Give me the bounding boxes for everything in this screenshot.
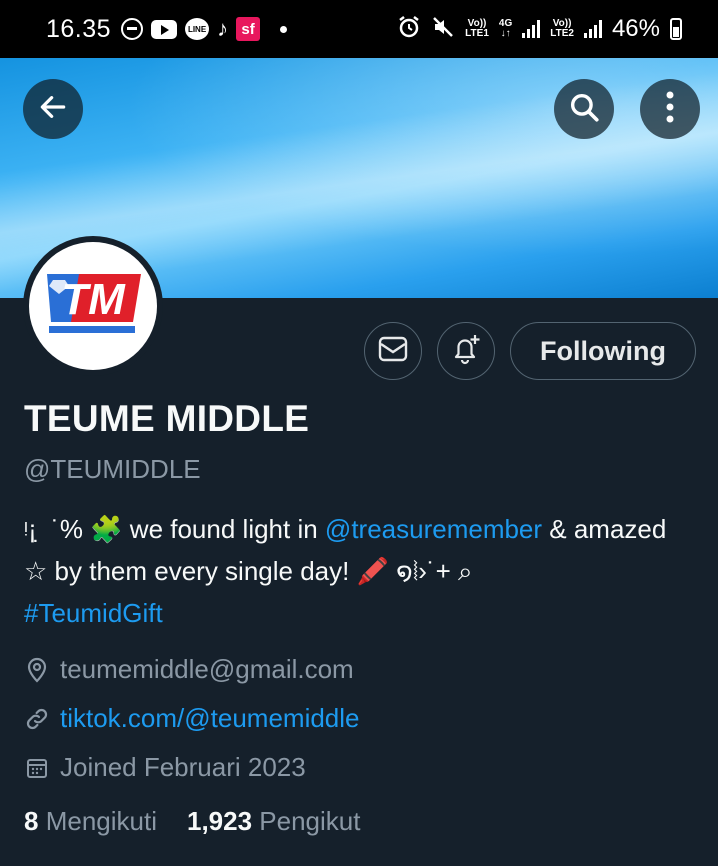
avatar-logo-text: TM — [61, 275, 126, 324]
more-options-button[interactable] — [640, 79, 700, 139]
followers-count: 1,923 — [186, 806, 253, 836]
joined-date: Joined Februari 2023 — [60, 752, 306, 782]
status-bar: 16.35 LINE ♪ sf Vo)) LTE1 4G ↓↑ Vo)) LTE2 4… — [0, 0, 718, 58]
mail-icon — [378, 336, 408, 367]
bell-plus-icon — [449, 332, 483, 371]
location-pin-icon — [24, 657, 50, 683]
sim2-volte-label: Vo)) LTE2 — [550, 18, 574, 39]
following-button[interactable]: Following — [510, 322, 696, 380]
signal-icon — [522, 20, 541, 38]
youtube-icon — [151, 19, 178, 39]
joined-row: Joined Februari 2023 — [24, 752, 306, 783]
avatar[interactable]: TM — [23, 236, 163, 376]
following-label: Mengikuti — [45, 806, 157, 836]
back-button[interactable] — [23, 79, 83, 139]
battery-percent: 46% — [611, 15, 660, 42]
sf-app-icon: sf — [236, 17, 261, 41]
bio-text: ᵎ¡ ̣ ˙% 🧩 we found light in — [24, 514, 325, 544]
notifications-button[interactable] — [437, 322, 495, 380]
more-notifications-dot-icon — [280, 25, 288, 33]
username-handle: @TEUMIDDLE — [24, 454, 201, 484]
more-vertical-icon — [665, 90, 675, 129]
search-icon — [567, 90, 601, 129]
bio-hashtag-link[interactable]: #TeumidGift — [24, 598, 163, 628]
location-text: teumemiddle@gmail.com — [60, 654, 354, 684]
display-name: TEUME MIDDLE — [24, 398, 310, 439]
website-row: tiktok.com/@teumemiddle — [24, 703, 360, 734]
battery-icon — [670, 18, 682, 40]
followers-label: Pengikut — [259, 806, 361, 836]
arrow-left-icon — [37, 91, 69, 128]
link-icon — [24, 706, 50, 732]
following-count: 8 — [24, 806, 39, 836]
website-link[interactable]: tiktok.com/@teumemiddle — [60, 703, 360, 734]
following-count-link[interactable]: 8 Mengikuti — [24, 806, 157, 837]
signal-icon — [583, 20, 602, 38]
follow-stats: 8 Mengikuti 1,923 Pengikut — [24, 806, 360, 837]
alarm-icon — [397, 15, 421, 44]
search-button[interactable] — [554, 79, 614, 139]
status-time: 16.35 — [46, 14, 112, 43]
network-type-label: 4G ↓↑ — [498, 18, 513, 39]
message-button[interactable] — [364, 322, 422, 380]
bio-mention-link[interactable]: @treasuremember — [325, 514, 542, 544]
followers-count-link[interactable]: 1,923 Pengikut — [187, 806, 361, 837]
sim1-volte-label: Vo)) LTE1 — [465, 18, 489, 39]
calendar-icon — [24, 755, 50, 781]
location-row: teumemiddle@gmail.com — [24, 654, 354, 685]
mute-icon — [431, 15, 455, 44]
line-app-icon: LINE — [185, 18, 210, 40]
profile-bio: ᵎ¡ ̣ ˙% 🧩 we found light in @treasuremem… — [24, 508, 684, 634]
tiktok-icon: ♪ — [217, 16, 229, 41]
do-not-disturb-icon — [121, 18, 144, 40]
avatar-image: TM — [29, 242, 157, 370]
